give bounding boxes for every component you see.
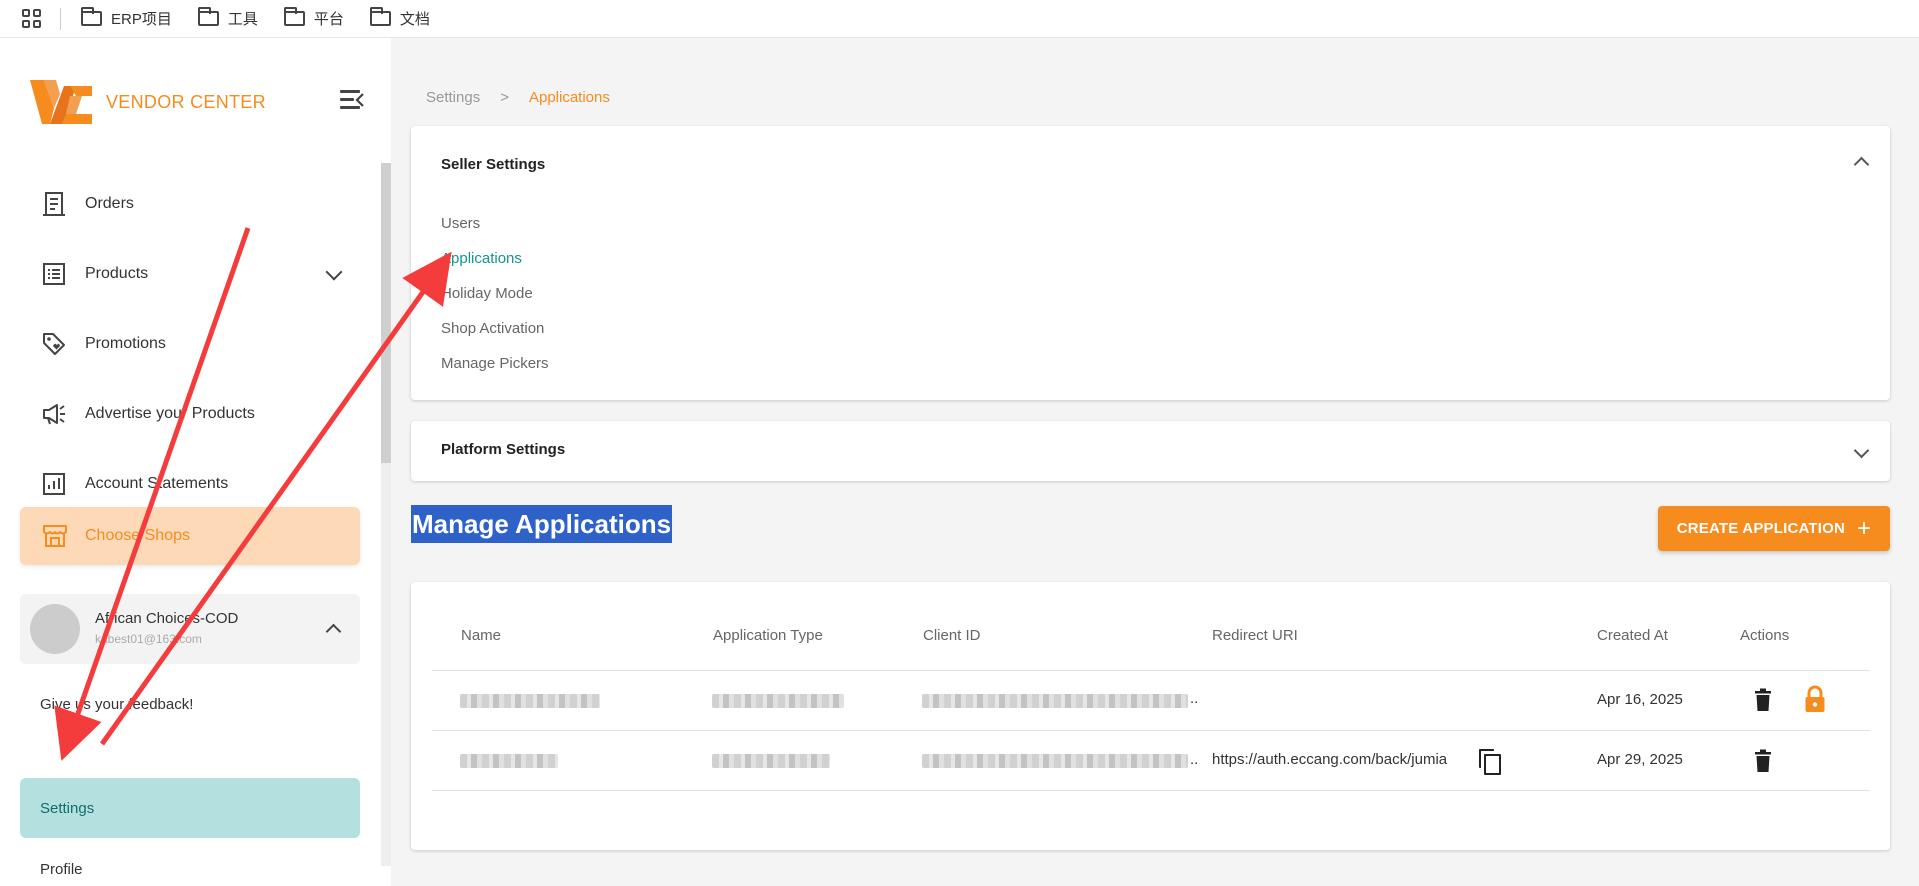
bookmark-folder-docs[interactable]: 文档 xyxy=(369,7,430,29)
vendor-center-logo[interactable]: VENDOR CENTER xyxy=(30,78,266,126)
column-header-created-at: Created At xyxy=(1597,627,1668,644)
settings-link-users[interactable]: Users xyxy=(441,215,480,232)
bookmarks-bar: ERP项目 工具 平台 文档 xyxy=(0,0,1919,38)
sidebar-item-label: Advertise your Products xyxy=(85,405,255,422)
bookmark-label: 工具 xyxy=(227,11,258,28)
sidebar-item-label: Promotions xyxy=(85,335,166,352)
folder-icon xyxy=(197,7,219,26)
page-title: Manage Applications xyxy=(411,505,673,543)
tag-icon xyxy=(40,330,68,358)
settings-link-applications[interactable]: Applications xyxy=(441,250,522,267)
chevron-up-icon[interactable] xyxy=(325,623,342,640)
folder-icon xyxy=(81,7,102,26)
account-name: African Choices-COD xyxy=(95,610,239,627)
table-divider xyxy=(432,730,1870,731)
sidebar-item-label: Products xyxy=(85,265,149,282)
chart-icon xyxy=(40,470,68,498)
blurred-name xyxy=(460,754,558,768)
plus-icon: + xyxy=(1857,514,1872,542)
apps-grid-icon[interactable] xyxy=(22,8,42,29)
blurred-client-id xyxy=(922,694,1188,708)
sidebar-scrollbar-thumb[interactable] xyxy=(381,163,391,463)
lock-icon[interactable] xyxy=(1804,685,1826,718)
chevron-down-icon[interactable] xyxy=(1853,442,1870,459)
column-header-application-type: Application Type xyxy=(713,627,823,644)
sidebar-item-label: Account Statements xyxy=(85,475,229,492)
bookmark-folder-platform[interactable]: 平台 xyxy=(283,7,344,29)
folder-icon xyxy=(369,7,391,26)
bookmark-folder-tools[interactable]: 工具 xyxy=(197,7,258,29)
bookmark-label: ERP项目 xyxy=(111,11,172,28)
settings-link-holiday-mode[interactable]: Holiday Mode xyxy=(441,285,533,302)
choose-shops-label: Choose Shops xyxy=(85,527,190,544)
account-switcher[interactable]: African Choices-COD kabest01@163.com xyxy=(20,594,360,664)
account-email: kabest01@163.com xyxy=(95,632,202,646)
sidebar-item-settings[interactable]: Settings xyxy=(20,778,360,838)
table-divider xyxy=(432,790,1870,791)
sidebar-item-label: Orders xyxy=(85,195,134,212)
platform-settings-panel[interactable]: Platform Settings xyxy=(411,421,1890,481)
create-application-button[interactable]: CREATE APPLICATION + xyxy=(1658,506,1890,551)
store-icon xyxy=(42,524,68,548)
collapse-menu-icon[interactable] xyxy=(340,90,364,110)
sidebar-item-products[interactable]: Products xyxy=(40,260,148,288)
megaphone-icon xyxy=(40,400,68,428)
receipt-icon xyxy=(40,190,68,218)
sidebar-item-profile[interactable]: Profile xyxy=(40,861,83,878)
column-header-name: Name xyxy=(461,627,502,644)
settings-link-manage-pickers[interactable]: Manage Pickers xyxy=(441,355,549,372)
client-id-ellipsis: .. xyxy=(1190,751,1199,768)
logo-text: VENDOR CENTER xyxy=(106,91,266,112)
applications-table-card xyxy=(411,582,1890,850)
vc-logo-icon xyxy=(30,80,92,124)
delete-icon[interactable] xyxy=(1753,749,1773,778)
sidebar-item-account-statements[interactable]: Account Statements xyxy=(40,470,228,498)
blurred-application-type xyxy=(712,754,830,768)
settings-link-shop-activation[interactable]: Shop Activation xyxy=(441,320,544,337)
chevron-down-icon[interactable] xyxy=(325,263,343,281)
sidebar: VENDOR CENTER Orders Products Promotions… xyxy=(0,38,391,886)
breadcrumb-separator: > xyxy=(500,89,509,106)
feedback-link[interactable]: Give us your feedback! xyxy=(40,696,193,713)
platform-settings-title: Platform Settings xyxy=(441,441,566,458)
breadcrumb: Settings > Applications xyxy=(426,89,610,106)
table-divider xyxy=(432,670,1870,671)
seller-settings-title[interactable]: Seller Settings xyxy=(441,156,545,173)
client-id-ellipsis: .. xyxy=(1190,690,1199,707)
bookmark-folder-erp[interactable]: ERP项目 xyxy=(81,7,172,29)
column-header-redirect-uri: Redirect URI xyxy=(1212,627,1298,644)
folder-icon xyxy=(283,7,305,26)
bookmark-label: 文档 xyxy=(399,11,430,28)
column-header-actions: Actions xyxy=(1740,627,1790,644)
sidebar-item-advertise[interactable]: Advertise your Products xyxy=(40,400,255,428)
blurred-name xyxy=(460,694,600,708)
blurred-application-type xyxy=(712,694,844,708)
list-icon xyxy=(40,260,68,288)
seller-settings-panel: Seller Settings Users Applications Holid… xyxy=(411,126,1890,400)
bookmark-label: 平台 xyxy=(313,11,344,28)
sidebar-item-orders[interactable]: Orders xyxy=(40,190,134,218)
blurred-client-id xyxy=(922,754,1188,768)
bookmark-separator xyxy=(60,7,61,30)
chevron-up-icon[interactable] xyxy=(1853,156,1870,173)
create-application-label: CREATE APPLICATION xyxy=(1676,520,1846,537)
sidebar-item-promotions[interactable]: Promotions xyxy=(40,330,166,358)
breadcrumb-settings[interactable]: Settings xyxy=(426,89,480,106)
breadcrumb-current: Applications xyxy=(528,89,610,106)
created-at: Apr 16, 2025 xyxy=(1597,691,1683,708)
delete-icon[interactable] xyxy=(1753,688,1773,717)
avatar xyxy=(30,604,80,654)
redirect-uri: https://auth.eccang.com/back/jumia xyxy=(1212,751,1448,768)
copy-icon[interactable] xyxy=(1479,749,1501,775)
choose-shops-button[interactable]: Choose Shops xyxy=(20,507,360,565)
column-header-client-id: Client ID xyxy=(923,627,981,644)
created-at: Apr 29, 2025 xyxy=(1597,751,1683,768)
